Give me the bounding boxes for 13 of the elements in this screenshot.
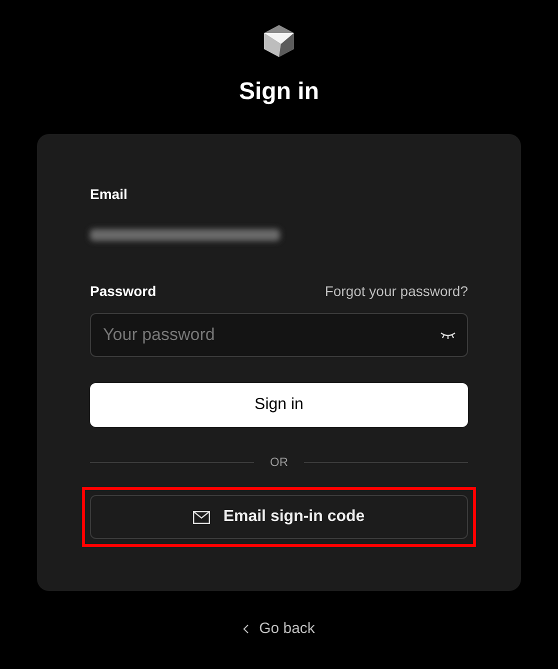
or-divider-text: OR: [270, 454, 288, 471]
email-code-button[interactable]: Email sign-in code: [90, 495, 468, 539]
email-label: Email: [90, 185, 128, 204]
forgot-password-link[interactable]: Forgot your password?: [324, 281, 468, 302]
envelope-icon: [193, 510, 210, 524]
password-field[interactable]: Your password: [90, 313, 468, 357]
cube-logo-icon: [263, 24, 295, 58]
closed-eye-icon[interactable]: [440, 331, 456, 339]
password-label: Password: [90, 282, 156, 301]
page-title: Sign in: [239, 80, 319, 104]
sign-in-button[interactable]: Sign in: [90, 383, 468, 427]
go-back-link[interactable]: Go back: [243, 618, 315, 640]
chevron-left-icon: [243, 624, 250, 634]
